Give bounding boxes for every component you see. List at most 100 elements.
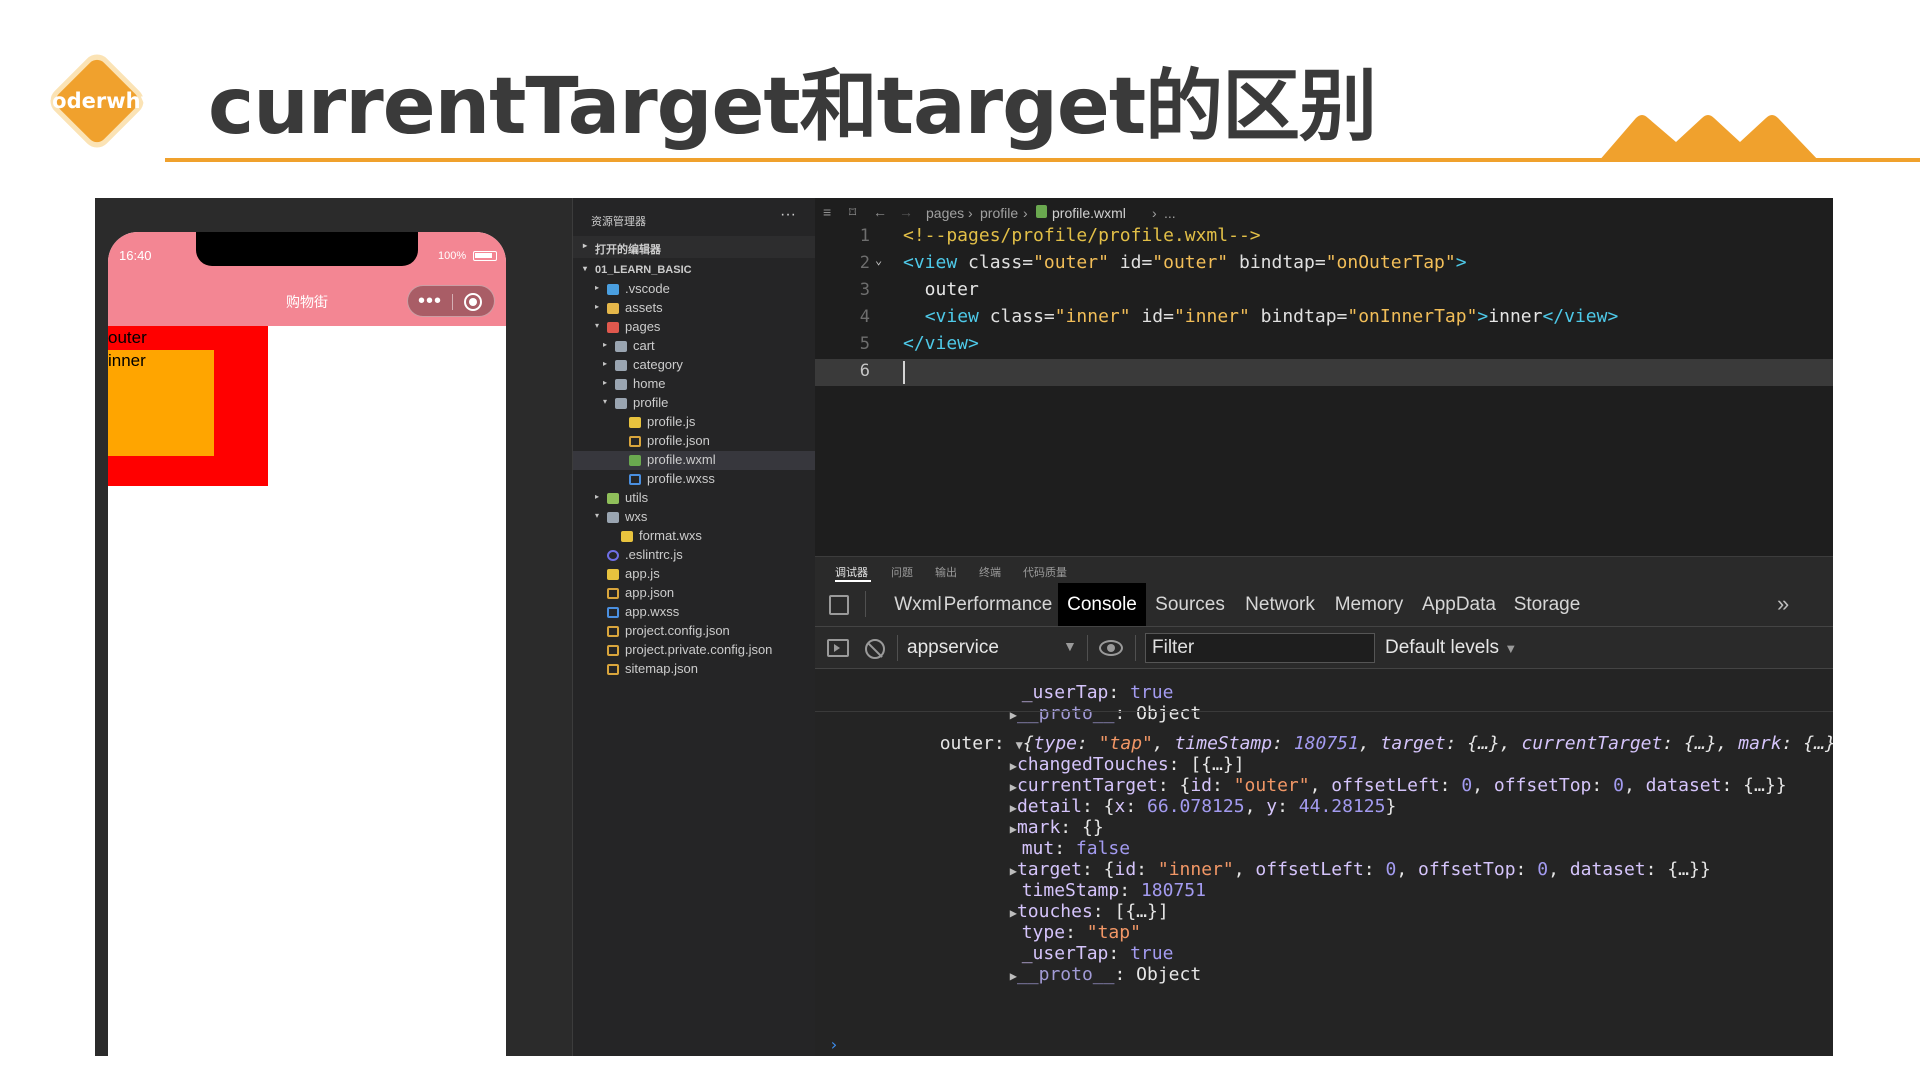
tab-debugger[interactable]: 调试器 — [835, 564, 868, 580]
tree-item[interactable]: profile.wxml — [573, 451, 816, 470]
toolbar-divider — [1135, 635, 1136, 661]
context-select[interactable]: appservice — [907, 637, 999, 659]
more-tabs-icon[interactable]: » — [1777, 591, 1789, 617]
mountains-decoration-icon — [1598, 115, 1820, 162]
tree-item[interactable]: ▾ pages — [573, 318, 816, 337]
tree-item-label: .vscode — [625, 281, 670, 296]
tree-item[interactable]: format.wxs — [573, 527, 816, 546]
expand-arrow-icon[interactable]: ▶ — [1010, 969, 1017, 983]
chevron-down-icon[interactable]: ▾ — [603, 397, 607, 406]
tab-memory[interactable]: Memory — [1327, 583, 1411, 626]
forward-arrow-icon[interactable]: → — [899, 204, 913, 220]
back-arrow-icon[interactable]: ← — [873, 204, 887, 220]
simulator-panel: 16:40 100% 购物街 ••• outer inner — [95, 198, 572, 1056]
tree-item[interactable]: ▾ profile — [573, 394, 816, 413]
clear-console-icon[interactable] — [865, 639, 885, 659]
list-icon[interactable]: ≡ — [823, 204, 831, 220]
tab-network[interactable]: Network — [1238, 583, 1322, 626]
folder-icon — [615, 360, 627, 371]
close-target-icon[interactable] — [464, 293, 482, 311]
code-line[interactable]: 4 <view class="inner" id="inner" bindtap… — [815, 305, 1833, 332]
fold-chevron-icon[interactable]: ⌄ — [875, 253, 882, 267]
breadcrumb-file[interactable]: profile.wxml — [1052, 205, 1126, 221]
folder-pages-icon — [607, 322, 619, 333]
debugger-top-tabs: 调试器 问题 输出 终端 代码质量 — [815, 557, 1833, 583]
tab-appdata[interactable]: AppData — [1415, 583, 1503, 626]
console-row[interactable]: ▶__proto__: Object — [923, 682, 1202, 724]
tree-item[interactable]: ▸ utils — [573, 489, 816, 508]
json-file-icon — [607, 664, 619, 675]
tab-output[interactable]: 输出 — [935, 564, 957, 580]
project-section[interactable]: ▾ 01_LEARN_BASIC — [573, 259, 816, 281]
breadcrumb-pages[interactable]: pages — [926, 205, 964, 221]
tree-item[interactable]: ▾ wxs — [573, 508, 816, 527]
chevron-right-icon[interactable]: ▸ — [603, 378, 607, 387]
more-dots-icon[interactable]: ••• — [418, 288, 442, 314]
code-line[interactable]: 1 <!--pages/profile/profile.wxml--> — [815, 224, 1833, 251]
caret-down-icon[interactable]: ▼ — [1063, 638, 1077, 654]
tree-item[interactable]: app.js — [573, 565, 816, 584]
line-number: 6 — [859, 361, 870, 381]
tree-item[interactable]: ▸ category — [573, 356, 816, 375]
outer-view[interactable]: outer inner — [108, 326, 268, 486]
filter-input[interactable] — [1145, 633, 1375, 663]
tree-item[interactable]: project.private.config.json — [573, 641, 816, 660]
file-explorer: 资源管理器 ··· ▸ 打开的编辑器 ▾ 01_LEARN_BASIC ▸ .vs… — [572, 198, 816, 1056]
debugger-panel: 调试器 问题 输出 终端 代码质量 Wxml Performance Conso… — [815, 556, 1833, 1056]
breadcrumb-ellipsis[interactable]: ... — [1164, 205, 1176, 221]
breadcrumb-profile[interactable]: profile — [980, 205, 1018, 221]
tree-item[interactable]: ▸ cart — [573, 337, 816, 356]
tree-item[interactable]: profile.wxss — [573, 470, 816, 489]
show-sidebar-icon[interactable] — [827, 639, 849, 657]
tree-item[interactable]: app.json — [573, 584, 816, 603]
folder-open-icon — [615, 398, 627, 409]
explorer-more-icon[interactable]: ··· — [780, 206, 796, 224]
code-line-current[interactable]: 6 — [815, 359, 1833, 386]
coderwhy-logo: coderwhy — [34, 38, 160, 164]
folder-wxs-icon — [607, 512, 619, 523]
code-line[interactable]: 3 outer — [815, 278, 1833, 305]
code-line[interactable]: 5 </view> — [815, 332, 1833, 359]
tab-code-quality[interactable]: 代码质量 — [1023, 564, 1067, 580]
chevron-right-icon[interactable]: ▸ — [595, 283, 599, 292]
tab-problems[interactable]: 问题 — [891, 564, 913, 580]
tree-item-label: format.wxs — [639, 528, 702, 543]
tree-item[interactable]: project.config.json — [573, 622, 816, 641]
console-row[interactable]: ▶__proto__: Object — [923, 943, 1202, 985]
tree-item[interactable]: ▸ assets — [573, 299, 816, 318]
tree-item[interactable]: .eslintrc.js — [573, 546, 816, 565]
tab-performance[interactable]: Performance — [940, 583, 1056, 626]
chevron-right-icon[interactable]: ▸ — [595, 302, 599, 311]
open-editors-section[interactable]: ▸ 打开的编辑器 — [573, 236, 816, 258]
tree-item-label: profile.wxss — [647, 471, 715, 486]
chevron-down-icon[interactable]: ▾ — [595, 511, 599, 520]
code-text: </view> — [903, 333, 979, 354]
tab-terminal[interactable]: 终端 — [979, 564, 1001, 580]
inner-view[interactable]: inner — [108, 350, 214, 456]
tree-item[interactable]: app.wxss — [573, 603, 816, 622]
tab-sources[interactable]: Sources — [1146, 583, 1234, 626]
log-levels-select[interactable]: Default levels ▼ — [1385, 637, 1517, 659]
tree-item[interactable]: sitemap.json — [573, 660, 816, 679]
line-number: 4 — [859, 307, 870, 327]
chevron-down-icon[interactable]: ▾ — [595, 321, 599, 330]
chevron-right-icon[interactable]: ▸ — [603, 340, 607, 349]
tree-item[interactable]: ▸ home — [573, 375, 816, 394]
code-line[interactable]: 2 ⌄ <view class="outer" id="outer" bindt… — [815, 251, 1833, 278]
line-number: 3 — [859, 280, 870, 300]
bookmark-icon[interactable]: ⌑ — [849, 204, 856, 221]
inspect-element-icon[interactable] — [829, 595, 849, 615]
console-prompt-icon[interactable]: › — [829, 1035, 839, 1054]
menu-capsule[interactable]: ••• — [407, 285, 495, 317]
tree-item[interactable]: ▸ .vscode — [573, 280, 816, 299]
live-expression-eye-icon[interactable] — [1099, 640, 1123, 656]
tree-item[interactable]: profile.json — [573, 432, 816, 451]
tab-console[interactable]: Console — [1058, 583, 1146, 626]
tree-item-label: app.js — [625, 566, 660, 581]
tab-storage[interactable]: Storage — [1503, 583, 1591, 626]
chevron-right-icon[interactable]: ▸ — [603, 359, 607, 368]
tree-item[interactable]: profile.js — [573, 413, 816, 432]
chevron-right-icon[interactable]: ▸ — [595, 492, 599, 501]
caret-down-icon: ▼ — [1504, 641, 1518, 656]
folder-utils-icon — [607, 493, 619, 504]
